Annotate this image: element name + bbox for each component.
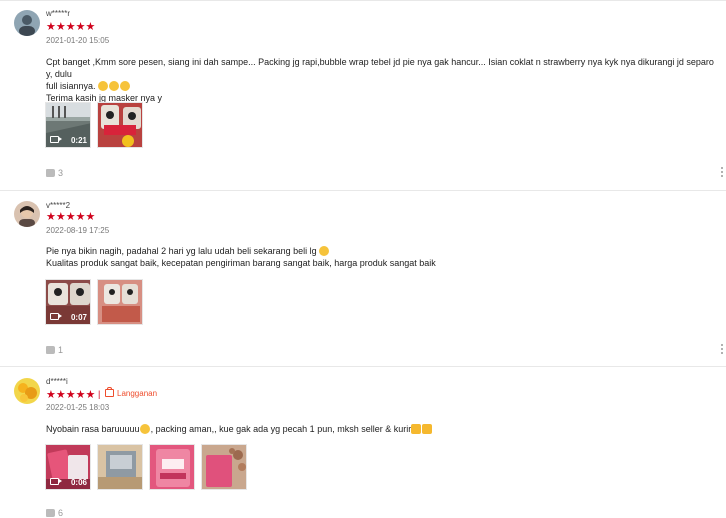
separator: |: [98, 389, 101, 399]
review-datetime: 2022-01-25 18:03: [46, 403, 110, 412]
more-options-icon[interactable]: [721, 344, 724, 356]
member-bag-icon: [105, 387, 114, 397]
review-image-thumbnail[interactable]: [97, 279, 143, 325]
review-image-thumbnail[interactable]: [201, 444, 247, 490]
like-count: 3: [58, 168, 64, 178]
review-datetime: 2022-08-19 17:25: [46, 226, 110, 235]
video-camera-icon: [50, 136, 62, 143]
video-camera-icon: [50, 478, 62, 485]
avatar[interactable]: [14, 201, 40, 227]
top-divider: [0, 0, 726, 1]
avatar[interactable]: [14, 10, 40, 36]
like-count: 6: [58, 508, 64, 518]
like-button[interactable]: 6: [46, 508, 63, 518]
like-count: 1: [58, 345, 64, 355]
video-duration: 0:07: [70, 313, 87, 322]
review-comment: Cpt banget ,Kmm sore pesen, siang ini da…: [46, 56, 722, 104]
more-options-icon[interactable]: [721, 167, 724, 179]
like-button[interactable]: 1: [46, 345, 63, 355]
comment-line: full isiannya.: [46, 81, 96, 91]
grin-emoji-icon: [319, 246, 330, 256]
star-rating: ★★★★★: [46, 389, 96, 401]
comment-line: Cpt banget ,Kmm sore pesen, siang ini da…: [46, 57, 714, 79]
star-rating: ★★★★★: [46, 211, 96, 223]
review-comment: Nyobain rasa baruuuuu , packing aman,, ku…: [46, 423, 722, 435]
review-divider: [0, 190, 726, 191]
review-image-thumbnail[interactable]: [97, 444, 143, 490]
review-image-thumbnail[interactable]: [149, 444, 195, 490]
subscriber-badge: Langganan: [105, 387, 158, 398]
video-camera-icon: [50, 313, 62, 320]
review-video-thumbnail[interactable]: 0:21: [45, 102, 91, 148]
review-username: w*****r: [46, 9, 71, 18]
video-duration: 0:06: [70, 478, 87, 487]
avatar[interactable]: [14, 378, 40, 404]
thumbs-up-icon: [46, 169, 55, 177]
thumbs-up-emoji-icon: [422, 424, 433, 434]
comment-line: , packing aman,, kue gak ada yg pecah 1 …: [150, 424, 412, 434]
grin-emoji-icon: [98, 81, 109, 91]
thumbs-up-icon: [46, 346, 55, 354]
grin-emoji-icon: [109, 81, 120, 91]
comment-line: Nyobain rasa baruuuuu: [46, 424, 140, 434]
thumbs-up-emoji-icon: [411, 424, 422, 434]
review-image-thumbnail[interactable]: [97, 102, 143, 148]
like-button[interactable]: 3: [46, 168, 63, 178]
badge-label: Langganan: [117, 389, 158, 398]
review-username: v*****2: [46, 201, 71, 210]
comment-line: Terima kasih jg masker nya y: [46, 93, 163, 103]
video-duration: 0:21: [70, 136, 87, 145]
review-video-thumbnail[interactable]: 0:06: [45, 444, 91, 490]
review-video-thumbnail[interactable]: 0:07: [45, 279, 91, 325]
thumbs-up-icon: [46, 509, 55, 517]
review-divider: [0, 366, 726, 367]
smile-emoji-icon: [139, 424, 150, 434]
comment-line: Pie nya bikin nagih, padahal 2 hari yg l…: [46, 246, 317, 256]
grin-emoji-icon: [120, 81, 131, 91]
star-rating: ★★★★★: [46, 21, 96, 33]
review-username: d*****i: [46, 377, 68, 386]
review-datetime: 2021-01-20 15:05: [46, 36, 110, 45]
review-comment: Pie nya bikin nagih, padahal 2 hari yg l…: [46, 245, 722, 269]
comment-line: Kualitas produk sangat baik, kecepatan p…: [46, 258, 436, 268]
